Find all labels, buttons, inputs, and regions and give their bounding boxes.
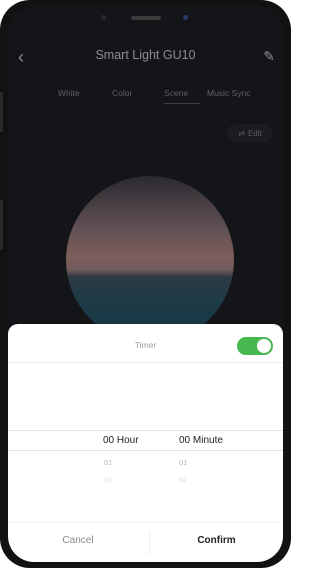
camera-dot bbox=[182, 15, 188, 20]
sliders-icon: ⇄ bbox=[238, 128, 245, 138]
tab-scene[interactable]: Scene bbox=[164, 88, 188, 98]
picker-top-line bbox=[8, 430, 283, 431]
status-notch bbox=[91, 12, 201, 26]
toggle-knob bbox=[257, 339, 271, 353]
sensor-dot bbox=[100, 15, 106, 20]
hour-option[interactable]: 02 bbox=[104, 477, 111, 484]
minute-option[interactable]: 02 bbox=[179, 477, 186, 484]
power-button bbox=[0, 200, 3, 250]
tab-white[interactable]: White bbox=[58, 88, 80, 98]
sheet-actions: Cancel Confirm bbox=[8, 522, 283, 562]
phone-frame: ‹ Smart Light GU10 ✎ White Color Scene M… bbox=[0, 0, 291, 568]
speaker-grill bbox=[130, 16, 161, 20]
hour-option[interactable]: 01 bbox=[104, 458, 112, 467]
tab-music-sync[interactable]: Music Sync bbox=[207, 88, 250, 98]
scene-image[interactable] bbox=[66, 176, 234, 344]
timer-sheet: Timer 00 Hour 00 Minute 01 01 02 02 Canc… bbox=[8, 324, 283, 562]
timer-toggle[interactable] bbox=[237, 337, 273, 355]
confirm-button[interactable]: Confirm bbox=[150, 535, 283, 546]
tab-bar: White Color Scene Music Sync bbox=[8, 88, 283, 108]
edit-button[interactable]: ⇄ Edit bbox=[227, 124, 273, 142]
tab-color[interactable]: Color bbox=[112, 88, 132, 98]
volume-button bbox=[0, 92, 3, 132]
hour-selected[interactable]: 00 Hour bbox=[103, 435, 139, 446]
top-bar: ‹ Smart Light GU10 ✎ bbox=[8, 46, 283, 70]
app-screen: ‹ Smart Light GU10 ✎ White Color Scene M… bbox=[8, 6, 283, 562]
page-title: Smart Light GU10 bbox=[95, 48, 196, 62]
minute-selected[interactable]: 00 Minute bbox=[179, 435, 223, 446]
timer-header: Timer bbox=[8, 324, 283, 363]
edit-label: Edit bbox=[247, 128, 262, 138]
cancel-button[interactable]: Cancel bbox=[8, 535, 148, 546]
minute-option[interactable]: 01 bbox=[179, 458, 187, 467]
picker-bottom-line bbox=[8, 450, 283, 451]
active-tab-indicator bbox=[164, 103, 200, 104]
pencil-icon[interactable]: ✎ bbox=[263, 48, 275, 65]
